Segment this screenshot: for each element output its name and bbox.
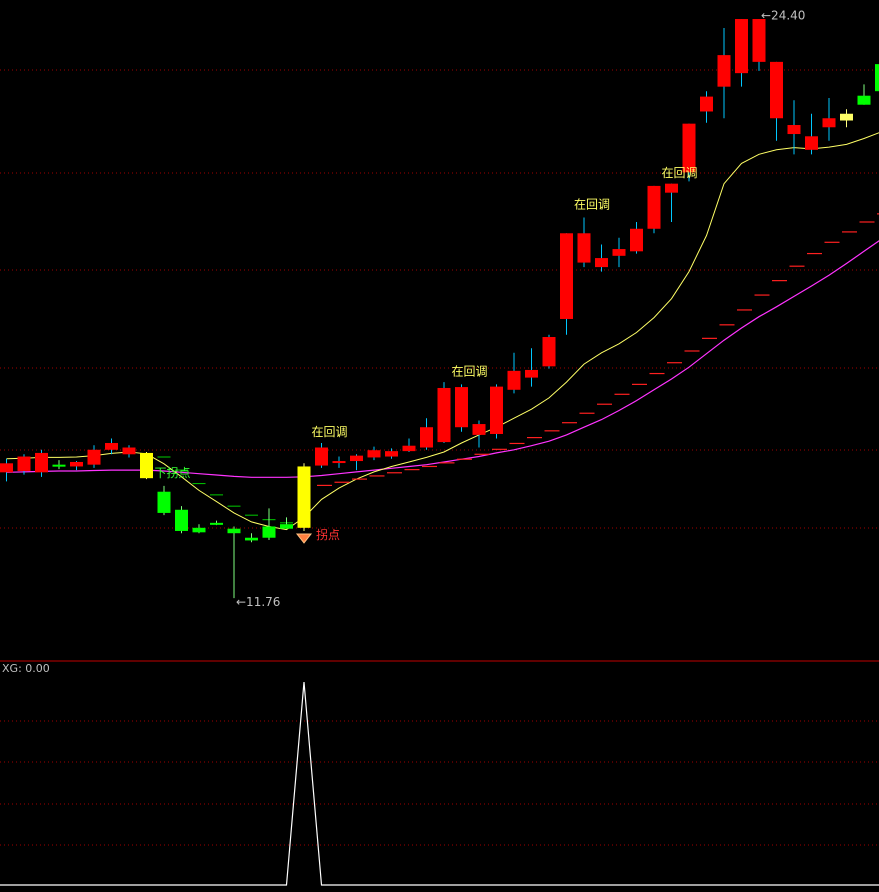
indicator-readout: XG: 0.00 — [2, 662, 50, 675]
candle-body — [875, 64, 879, 91]
candle-body — [700, 97, 713, 112]
candle-body — [70, 462, 83, 467]
candle-body — [455, 387, 468, 427]
candle-body — [350, 456, 363, 461]
candle-body — [368, 450, 381, 457]
candle-body — [560, 233, 573, 319]
candle-body — [385, 451, 398, 456]
pullback-label: 在回调 — [662, 166, 698, 180]
candle-body — [613, 249, 626, 256]
pullback-label: 在回调 — [574, 197, 610, 211]
turn-point-label: 拐点 — [316, 527, 340, 542]
candle-body — [490, 387, 503, 434]
candle-body — [210, 523, 223, 525]
candle-body — [718, 55, 731, 87]
candle-body — [298, 466, 311, 527]
candle-body — [753, 19, 766, 62]
candle-body — [438, 388, 451, 442]
candle-body — [175, 510, 188, 531]
candle-body — [595, 258, 608, 267]
candle-body — [508, 371, 521, 390]
candle-body — [420, 427, 433, 447]
candle-body — [525, 370, 538, 378]
candle-body — [280, 524, 293, 529]
pullback-label: 在回调 — [452, 364, 488, 378]
candle-body — [858, 96, 871, 105]
candle-body — [665, 184, 678, 193]
chart-canvas[interactable]: ←24.40←11.76下拐点拐点在回调在回调在回调在回调 XG: 0.00 — [0, 0, 879, 888]
pullback-label: 在回调 — [312, 425, 348, 439]
candle-body — [648, 186, 661, 229]
down-turn-label: 下拐点 — [155, 465, 191, 480]
candle-body — [840, 114, 853, 121]
candle-body — [228, 529, 241, 534]
low-price-label: ←11.76 — [236, 595, 280, 609]
indicator-name: XG — [2, 662, 18, 675]
candle-body — [0, 463, 13, 472]
candle-body — [788, 125, 801, 134]
candle-body — [630, 229, 643, 252]
candle-body — [18, 457, 31, 471]
candle-body — [140, 453, 153, 478]
high-price-label: ←24.40 — [761, 8, 805, 22]
candle-body — [805, 136, 818, 150]
candle-body — [193, 528, 206, 533]
candle-body — [823, 118, 836, 127]
chart-background — [0, 0, 879, 888]
candle-body — [473, 424, 486, 435]
candle-body — [403, 446, 416, 451]
candle-body — [770, 62, 783, 118]
candle-body — [578, 233, 591, 262]
candle-body — [263, 526, 276, 537]
candle-body — [123, 448, 136, 455]
candle-body — [35, 453, 48, 472]
candle-body — [543, 337, 556, 366]
candle-body — [245, 538, 258, 541]
candle-body — [53, 465, 66, 467]
indicator-value: 0.00 — [25, 662, 50, 675]
candle-body — [315, 448, 328, 466]
stock-chart-view: ←24.40←11.76下拐点拐点在回调在回调在回调在回调 XG: 0.00 — [0, 0, 879, 888]
candle-body — [333, 461, 346, 463]
indicator-colon: : — [18, 662, 25, 675]
candle-body — [105, 443, 118, 450]
candle-body — [158, 492, 171, 513]
candle-body — [735, 19, 748, 73]
candle-body — [88, 450, 101, 465]
